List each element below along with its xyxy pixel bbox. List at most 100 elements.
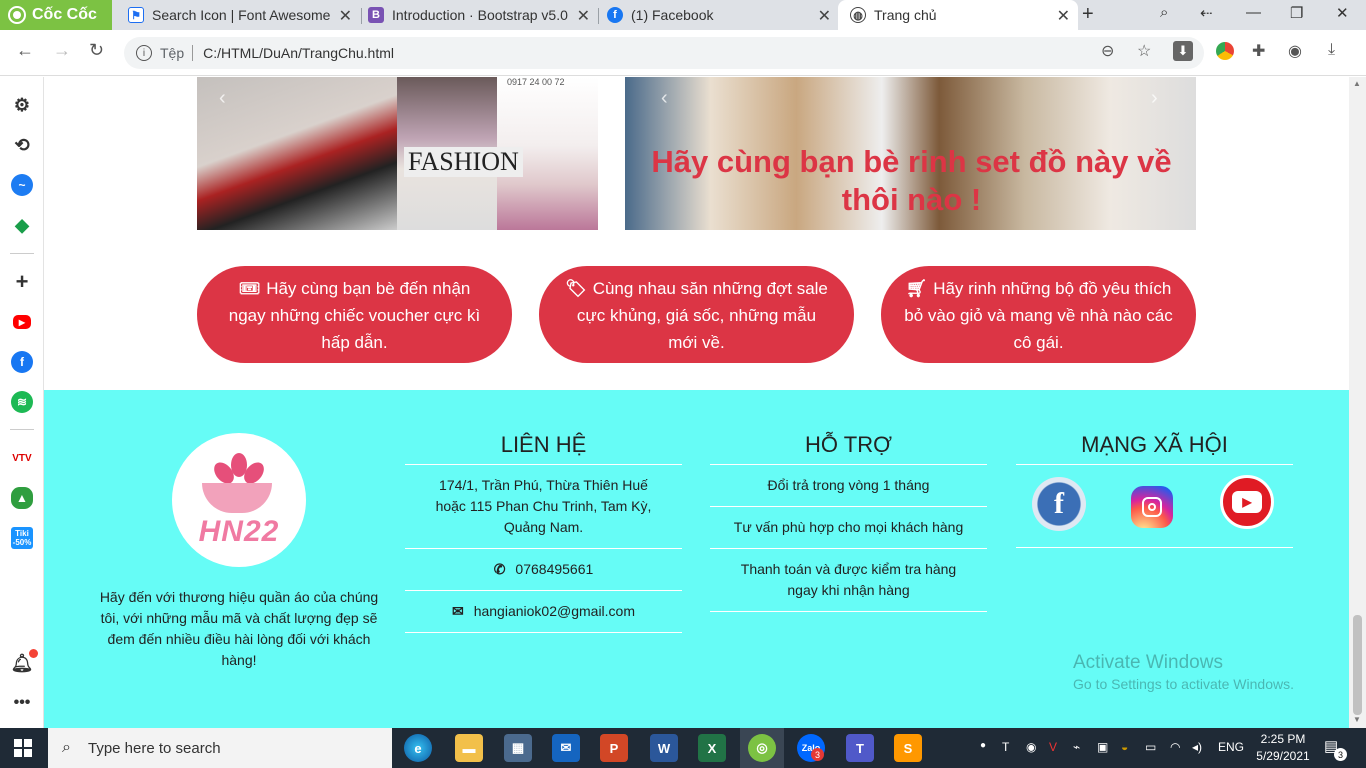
close-icon[interactable]: ✕ — [1057, 6, 1070, 26]
restore-button[interactable]: ❐ — [1290, 4, 1303, 22]
contact-title: LIÊN HỆ — [405, 430, 682, 465]
windows-taskbar: ⌕ Type here to search e ▬ ▦ ✉ P W X ◎ Za… — [0, 728, 1366, 768]
profile-icon[interactable]: ◉ — [1288, 41, 1302, 61]
flag-icon: ⚑ — [128, 7, 144, 23]
promo-voucher[interactable]: 🎟︎ Hãy cùng bạn bè đến nhận ngay những ch… — [197, 266, 512, 363]
info-icon[interactable]: i — [136, 45, 152, 61]
coccoc-extension-icon[interactable] — [1216, 42, 1234, 60]
contact-email[interactable]: hangianiok02@gmail.com — [474, 603, 635, 619]
support-column: HỖ TRỢ Đổi trả trong vòng 1 tháng Tư vấn… — [710, 430, 987, 612]
file-label: Tệp — [160, 45, 185, 61]
tray-vivaldi-icon[interactable]: V — [1049, 740, 1057, 754]
add-shortcut-icon[interactable]: + — [11, 269, 33, 294]
contact-phone[interactable]: 0768495661 — [515, 561, 593, 577]
tray-drive-icon[interactable]: ⌁ — [1073, 740, 1080, 754]
store-icon[interactable]: ▦ — [504, 734, 532, 762]
wifi-icon[interactable]: ◠ — [1170, 740, 1180, 754]
language-indicator[interactable]: ENG — [1218, 740, 1244, 754]
reload-button[interactable]: ↻ — [89, 40, 104, 61]
coccoc-menu-button[interactable]: Cốc Cốc — [0, 0, 112, 30]
taskbar-search-box[interactable]: ⌕ Type here to search — [48, 728, 392, 768]
tab-bootstrap[interactable]: B Introduction · Bootstrap v5.0 ✕ — [356, 0, 598, 30]
phone-icon: ✆ — [493, 561, 506, 577]
instagram-link-icon[interactable] — [1131, 486, 1173, 528]
tray-cloud-icon[interactable]: ◉ — [1026, 740, 1036, 754]
carousel-next-icon[interactable]: › — [1151, 87, 1158, 110]
tray-display-icon[interactable]: ▣ — [1097, 740, 1108, 754]
history-icon[interactable]: ⟲ — [11, 134, 33, 156]
address-bar[interactable]: i Tệp C:/HTML/DuAn/TrangChu.html — [124, 37, 1204, 69]
scroll-up-icon[interactable]: ▲ — [1353, 79, 1361, 88]
powerpoint-icon[interactable]: P — [600, 734, 628, 762]
mail-icon[interactable]: ✉ — [552, 734, 580, 762]
logo-hand — [202, 483, 272, 513]
start-windows-icon[interactable] — [14, 739, 32, 757]
tab-label: Search Icon | Font Awesome — [152, 7, 331, 23]
notification-count: 3 — [1334, 748, 1347, 761]
url-text[interactable]: C:/HTML/DuAn/TrangChu.html — [203, 45, 394, 61]
social-title: MẠNG XÃ HỘI — [1016, 430, 1293, 465]
back-button[interactable]: ← — [16, 40, 34, 61]
banner-caption: Hãy cùng bạn bè rinh set đồ này về thôi … — [651, 144, 1172, 217]
tab-search-icon[interactable]: ⌕ — [1160, 4, 1168, 21]
close-icon[interactable]: ✕ — [818, 6, 831, 26]
tiki-icon[interactable]: Tiki -50% — [11, 527, 33, 549]
tab-font-awesome[interactable]: ⚑ Search Icon | Font Awesome ✕ — [116, 0, 360, 30]
cap-icon[interactable]: ▲ — [11, 487, 33, 509]
tray-zalo-icon[interactable]: ● — [980, 740, 986, 751]
game-controller-icon[interactable]: ◆ — [11, 214, 33, 236]
tray-teams-icon[interactable]: T — [1002, 740, 1009, 754]
contact-phone-row: ✆ 0768495661 — [405, 549, 682, 591]
zoom-out-icon[interactable]: ⊖ — [1101, 41, 1114, 61]
page-scrollbar[interactable]: ▲ ▼ — [1349, 77, 1366, 728]
downloads-icon[interactable]: ⤓ — [1328, 41, 1335, 59]
tab-trang-chu[interactable]: ◍ Trang chủ ✕ — [838, 0, 1078, 30]
edge-icon[interactable]: e — [404, 734, 432, 762]
volume-icon[interactable]: ◂) — [1192, 740, 1202, 754]
download-page-icon[interactable]: ⬇ — [1173, 41, 1193, 61]
facebook-icon[interactable]: f — [11, 351, 33, 373]
youtube-link-icon[interactable]: ▶ — [1220, 475, 1274, 529]
bookmark-star-icon[interactable]: ☆ — [1137, 41, 1151, 61]
close-icon[interactable]: ✕ — [577, 6, 590, 26]
minimize-button[interactable]: — — [1246, 4, 1261, 21]
spotify-icon[interactable]: ≋ — [11, 391, 33, 413]
tags-icon: 🏷︎ — [565, 279, 587, 298]
support-item: Đổi trả trong vòng 1 tháng — [710, 465, 987, 507]
contact-email-row: ✉ hangianiok02@gmail.com — [405, 591, 682, 633]
contact-column: LIÊN HỆ 174/1, Trần Phú, Thừa Thiên Huế … — [405, 430, 682, 633]
file-explorer-icon[interactable]: ▬ — [455, 734, 483, 762]
facebook-link-icon[interactable]: f — [1032, 477, 1086, 531]
messenger-icon[interactable]: ~ — [11, 174, 33, 196]
promo-cart[interactable]: 🛒︎ Hãy rinh những bộ đồ yêu thích bỏ vào … — [881, 266, 1196, 363]
word-icon[interactable]: W — [650, 734, 678, 762]
promo-sale[interactable]: 🏷︎ Cùng nhau săn những đợt sale cực khủng… — [539, 266, 854, 363]
excel-icon[interactable]: X — [698, 734, 726, 762]
logo-text: HN22 — [198, 515, 280, 548]
scroll-down-icon[interactable]: ▼ — [1353, 715, 1361, 724]
tab-facebook[interactable]: f (1) Facebook ✕ — [595, 0, 839, 30]
close-window-button[interactable]: ✕ — [1336, 4, 1349, 22]
settings-gear-icon[interactable]: ⚙ — [11, 94, 33, 116]
forward-button[interactable]: → — [53, 40, 71, 61]
sublime-icon[interactable]: S — [894, 734, 922, 762]
battery-icon[interactable]: ▭ — [1145, 740, 1156, 754]
sidebar-divider — [10, 429, 34, 430]
carousel-prev-icon[interactable]: ‹ — [219, 87, 226, 110]
teams-icon[interactable]: T — [846, 734, 874, 762]
vtv-icon[interactable]: VTV — [11, 447, 33, 469]
notification-dot — [29, 649, 38, 658]
extensions-puzzle-icon[interactable]: ✚ — [1252, 41, 1265, 61]
tray-app-icon[interactable]: ◒ — [1121, 740, 1128, 754]
promo-text: Hãy cùng bạn bè đến nhận ngay những chiế… — [228, 279, 481, 352]
back-arrow-icon[interactable]: ⇠ — [1200, 4, 1213, 22]
youtube-icon[interactable]: ▶ — [13, 315, 31, 329]
taskbar-clock[interactable]: 2:25 PM 5/29/2021 — [1250, 731, 1316, 765]
carousel-prev-icon[interactable]: ‹ — [661, 87, 668, 110]
activate-windows-watermark: Activate Windows Go to Settings to activ… — [1073, 652, 1294, 692]
coccoc-taskbar-icon[interactable]: ◎ — [748, 734, 776, 762]
close-icon[interactable]: ✕ — [339, 6, 352, 26]
scrollbar-thumb[interactable] — [1353, 615, 1362, 715]
new-tab-button[interactable]: + — [1082, 3, 1094, 26]
more-icon[interactable]: ••• — [11, 692, 33, 714]
